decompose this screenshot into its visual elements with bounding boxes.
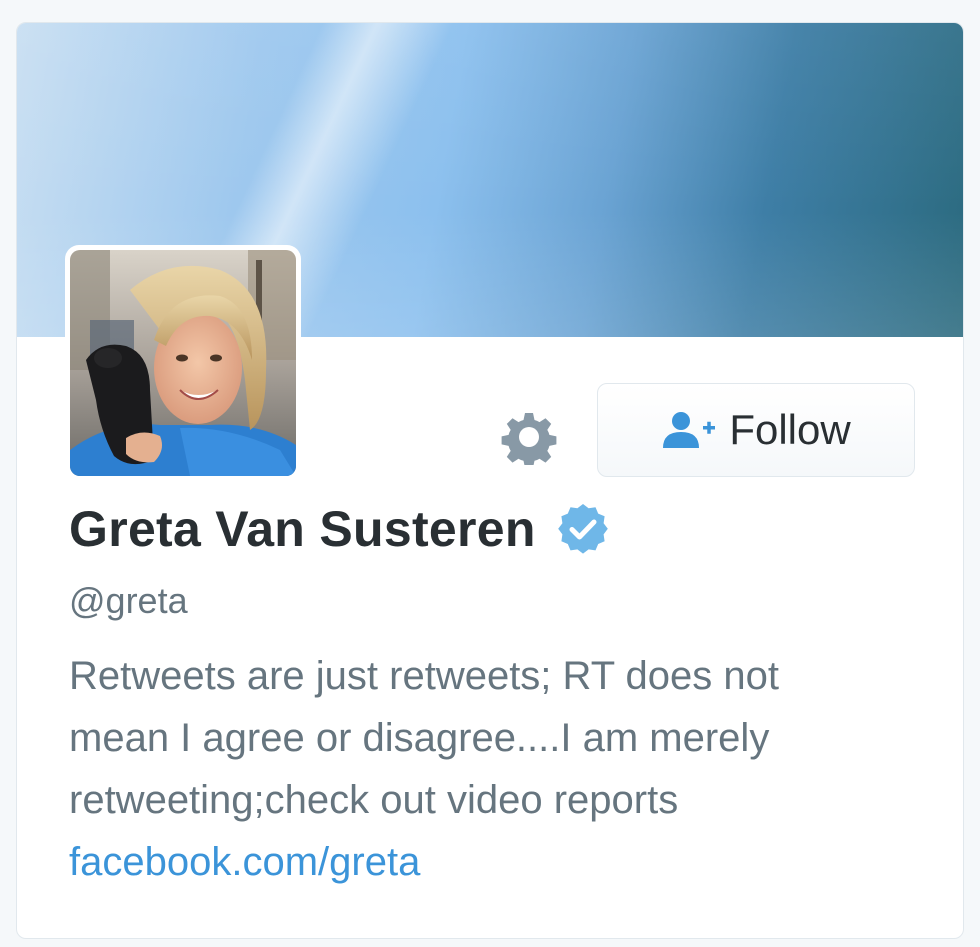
avatar-photo [70, 250, 296, 476]
add-user-icon [663, 412, 716, 448]
profile-handle[interactable]: @greta [69, 579, 188, 623]
follow-button-label: Follow [729, 406, 851, 453]
profile-bio: Retweets are just retweets; RT does not … [69, 645, 939, 893]
bio-line: mean I agree or disagree....I am merely [69, 716, 770, 760]
profile-link[interactable]: facebook.com/greta [69, 831, 939, 893]
profile-name-row: Greta Van Susteren [69, 497, 610, 561]
profile-name[interactable]: Greta Van Susteren [69, 497, 536, 561]
verified-badge-icon [557, 504, 608, 554]
profile-card: Follow Greta Van Susteren @greta Retweet… [16, 22, 964, 939]
follow-button[interactable]: Follow [597, 383, 915, 477]
gear-icon[interactable] [501, 409, 557, 465]
bio-line: Retweets are just retweets; RT does not [69, 654, 779, 698]
bio-line: retweeting;check out video reports [69, 778, 679, 822]
profile-avatar[interactable] [65, 245, 301, 481]
